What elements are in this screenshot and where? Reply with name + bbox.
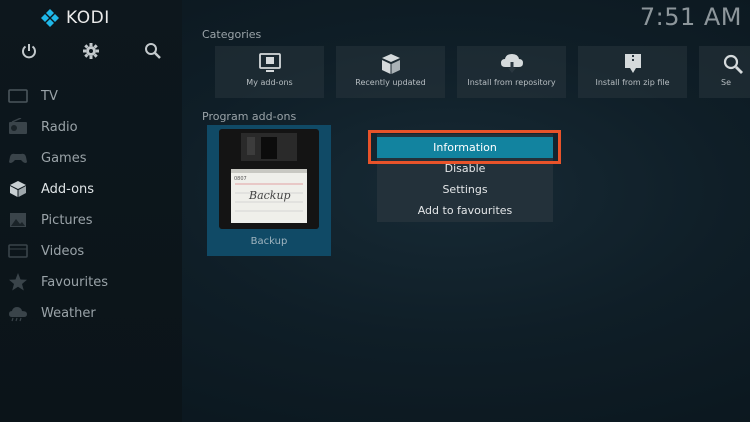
sidebar-item-games[interactable]: Games bbox=[0, 146, 182, 170]
settings-icon[interactable] bbox=[82, 42, 100, 60]
sidebar-item-favourites[interactable]: Favourites bbox=[0, 270, 182, 294]
radio-icon bbox=[8, 117, 28, 136]
sidebar-item-label: TV bbox=[41, 88, 58, 104]
box-icon bbox=[8, 180, 28, 198]
tv-icon bbox=[8, 87, 28, 105]
sidebar-item-weather[interactable]: Weather bbox=[0, 301, 182, 325]
sidebar-item-radio[interactable]: Radio bbox=[0, 115, 182, 139]
sidebar-item-videos[interactable]: Videos bbox=[0, 239, 182, 263]
sidebar: KODI TV Radio Games Add-ons Pictures Vid… bbox=[0, 0, 182, 422]
context-item-settings[interactable]: Settings bbox=[377, 179, 553, 200]
sidebar-item-label: Weather bbox=[41, 305, 96, 321]
sidebar-item-label: Videos bbox=[41, 243, 85, 259]
highlight-annotation-box bbox=[368, 130, 561, 164]
floppy-disk-icon: 0807 Backup bbox=[219, 129, 319, 229]
kodi-logo-icon bbox=[41, 9, 59, 27]
open-box-icon bbox=[378, 52, 404, 76]
context-item-add-to-favourites[interactable]: Add to favourites bbox=[377, 200, 553, 221]
app-name: KODI bbox=[66, 8, 110, 28]
program-addons-title: Program add-ons bbox=[202, 110, 297, 123]
category-label: Install from zip file bbox=[595, 78, 670, 87]
category-label: Recently updated bbox=[355, 78, 426, 87]
search-icon bbox=[721, 52, 747, 76]
sidebar-item-label: Favourites bbox=[41, 274, 108, 290]
category-install-from-repository[interactable]: Install from repository bbox=[457, 46, 566, 98]
category-label: My add-ons bbox=[246, 78, 293, 87]
clock: 7:51 AM bbox=[639, 3, 742, 31]
kodi-logo: KODI bbox=[40, 8, 110, 28]
sidebar-item-label: Radio bbox=[41, 119, 78, 135]
cloud-icon bbox=[8, 304, 28, 322]
category-search[interactable]: Se bbox=[699, 46, 750, 98]
category-install-from-zip[interactable]: Install from zip file bbox=[578, 46, 687, 98]
search-icon[interactable] bbox=[144, 42, 162, 60]
floppy-handwriting: Backup bbox=[248, 189, 291, 202]
addon-label: Backup bbox=[250, 236, 288, 247]
sidebar-item-pictures[interactable]: Pictures bbox=[0, 208, 182, 232]
gamepad-icon bbox=[8, 149, 28, 167]
cloud-download-icon bbox=[499, 52, 525, 76]
film-icon bbox=[8, 242, 28, 260]
sidebar-item-label: Games bbox=[41, 150, 87, 166]
category-my-addons[interactable]: My add-ons bbox=[215, 46, 324, 98]
category-label: Install from repository bbox=[467, 78, 556, 87]
sidebar-item-label: Add-ons bbox=[41, 181, 95, 197]
star-icon bbox=[8, 273, 28, 291]
top-icon-bar bbox=[0, 42, 182, 62]
zip-install-icon bbox=[620, 52, 646, 76]
categories-title: Categories bbox=[202, 28, 262, 41]
sidebar-item-label: Pictures bbox=[41, 212, 93, 228]
picture-icon bbox=[8, 211, 28, 229]
sidebar-item-addons[interactable]: Add-ons bbox=[0, 177, 182, 201]
power-icon[interactable] bbox=[20, 42, 38, 60]
sidebar-item-tv[interactable]: TV bbox=[0, 84, 182, 108]
category-label: Se bbox=[721, 78, 731, 87]
floppy-tag: 0807 bbox=[234, 176, 247, 182]
addon-tile-backup[interactable]: 0807 Backup Backup bbox=[207, 125, 331, 256]
monitor-box-icon bbox=[257, 52, 283, 76]
category-recently-updated[interactable]: Recently updated bbox=[336, 46, 445, 98]
categories-row: My add-ons Recently updated Install from… bbox=[215, 46, 750, 98]
